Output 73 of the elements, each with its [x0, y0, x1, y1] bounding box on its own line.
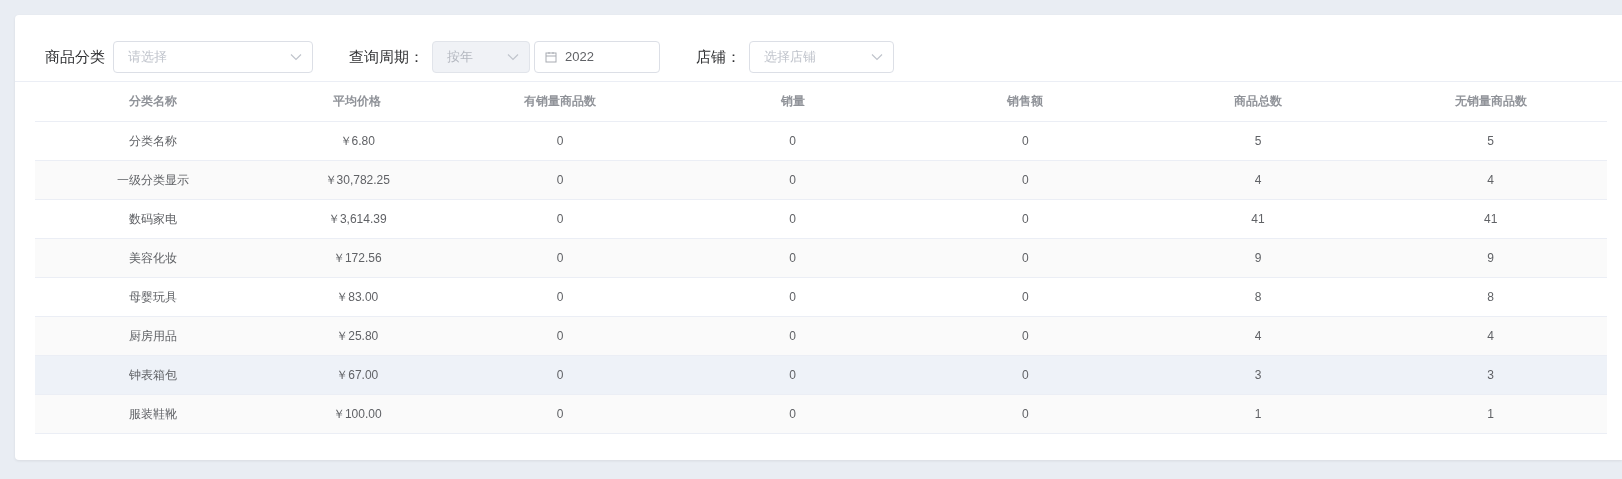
table-cell: ￥3,614.39 — [327, 211, 387, 226]
column-header: 平均价格 — [333, 94, 382, 109]
table-cell: 4 — [1487, 172, 1494, 187]
table-cell: 数码家电 — [128, 211, 177, 226]
select-field[interactable]: 请选择 — [113, 41, 313, 73]
table-cell: 0 — [556, 289, 564, 304]
table-cell: 0 — [789, 211, 797, 226]
table-cell: 0 — [789, 367, 797, 382]
filter-label: 商品分类 — [45, 46, 105, 67]
column-header: 有销量商品数 — [524, 94, 597, 109]
table-cell: 美容化妆 — [128, 250, 177, 265]
column-header: 销售额 — [1007, 94, 1044, 109]
table-cell: 0 — [556, 133, 564, 148]
filter-label: 店铺： — [696, 46, 741, 67]
table-cell: 0 — [1022, 406, 1029, 421]
table-cell: 0 — [556, 406, 564, 421]
table-cell: 3 — [1254, 367, 1262, 382]
column-header: 无销量商品数 — [1454, 94, 1527, 109]
filter-label: 查询周期： — [349, 46, 424, 67]
table-cell: ￥6.80 — [339, 133, 375, 148]
table-cell: ￥25.80 — [336, 328, 379, 343]
table-cell: 9 — [1487, 250, 1494, 265]
table-cell: 0 — [1022, 289, 1029, 304]
date-field[interactable]: 2022 — [534, 41, 660, 73]
table-cell: 0 — [1022, 367, 1029, 382]
table-cell: 5 — [1487, 133, 1494, 148]
table-cell: 4 — [1254, 328, 1262, 343]
table-cell: 1 — [1254, 406, 1262, 421]
table-cell: ￥172.56 — [332, 250, 382, 265]
column-header: 分类名称 — [128, 94, 177, 109]
table-cell: 0 — [1022, 250, 1029, 265]
table-cell: 钟表箱包 — [128, 367, 177, 382]
table-cell: 0 — [556, 211, 564, 226]
select-field[interactable]: 选择店铺 — [749, 41, 894, 73]
chevron-down-icon — [290, 53, 302, 61]
chevron-down-icon — [871, 53, 883, 61]
table-cell: ￥100.00 — [332, 406, 382, 421]
table-cell: 0 — [1022, 133, 1029, 148]
table-cell: 8 — [1254, 289, 1262, 304]
table-cell: ￥83.00 — [336, 289, 379, 304]
table-cell: 4 — [1487, 328, 1494, 343]
table-cell: 41 — [1251, 211, 1265, 226]
column-header: 销量 — [780, 94, 805, 109]
chevron-down-icon — [507, 53, 519, 61]
table-cell: 0 — [1022, 172, 1029, 187]
table-cell: ￥30,782.25 — [324, 172, 390, 187]
column-header: 商品总数 — [1234, 94, 1282, 109]
table-cell: 母婴玩具 — [128, 289, 177, 304]
table-cell: 0 — [1022, 211, 1029, 226]
table-cell: 0 — [789, 289, 797, 304]
table-cell: 5 — [1254, 133, 1262, 148]
table-cell: 一级分类显示 — [116, 172, 189, 187]
table-cell: 0 — [1022, 328, 1029, 343]
table-cell: 0 — [789, 406, 797, 421]
table-cell: 0 — [789, 133, 797, 148]
table-cell: 9 — [1254, 250, 1262, 265]
table-cell: 0 — [789, 172, 797, 187]
table-cell: 0 — [556, 172, 564, 187]
table-cell: 0 — [789, 328, 797, 343]
table-cell: 41 — [1484, 211, 1498, 226]
table-cell: 0 — [556, 250, 564, 265]
table-cell: 0 — [556, 328, 564, 343]
table-cell: 0 — [789, 250, 797, 265]
table-cell: 4 — [1254, 172, 1262, 187]
table-cell: 厨房用品 — [128, 328, 177, 343]
calendar-icon — [545, 51, 557, 63]
table-cell: 3 — [1487, 367, 1494, 382]
table-cell: ￥67.00 — [336, 367, 379, 382]
table-cell: 8 — [1487, 289, 1494, 304]
table-cell: 1 — [1487, 406, 1494, 421]
table-cell: 0 — [556, 367, 564, 382]
table-cell: 分类名称 — [128, 133, 177, 148]
table-cell: 服装鞋靴 — [128, 406, 177, 421]
